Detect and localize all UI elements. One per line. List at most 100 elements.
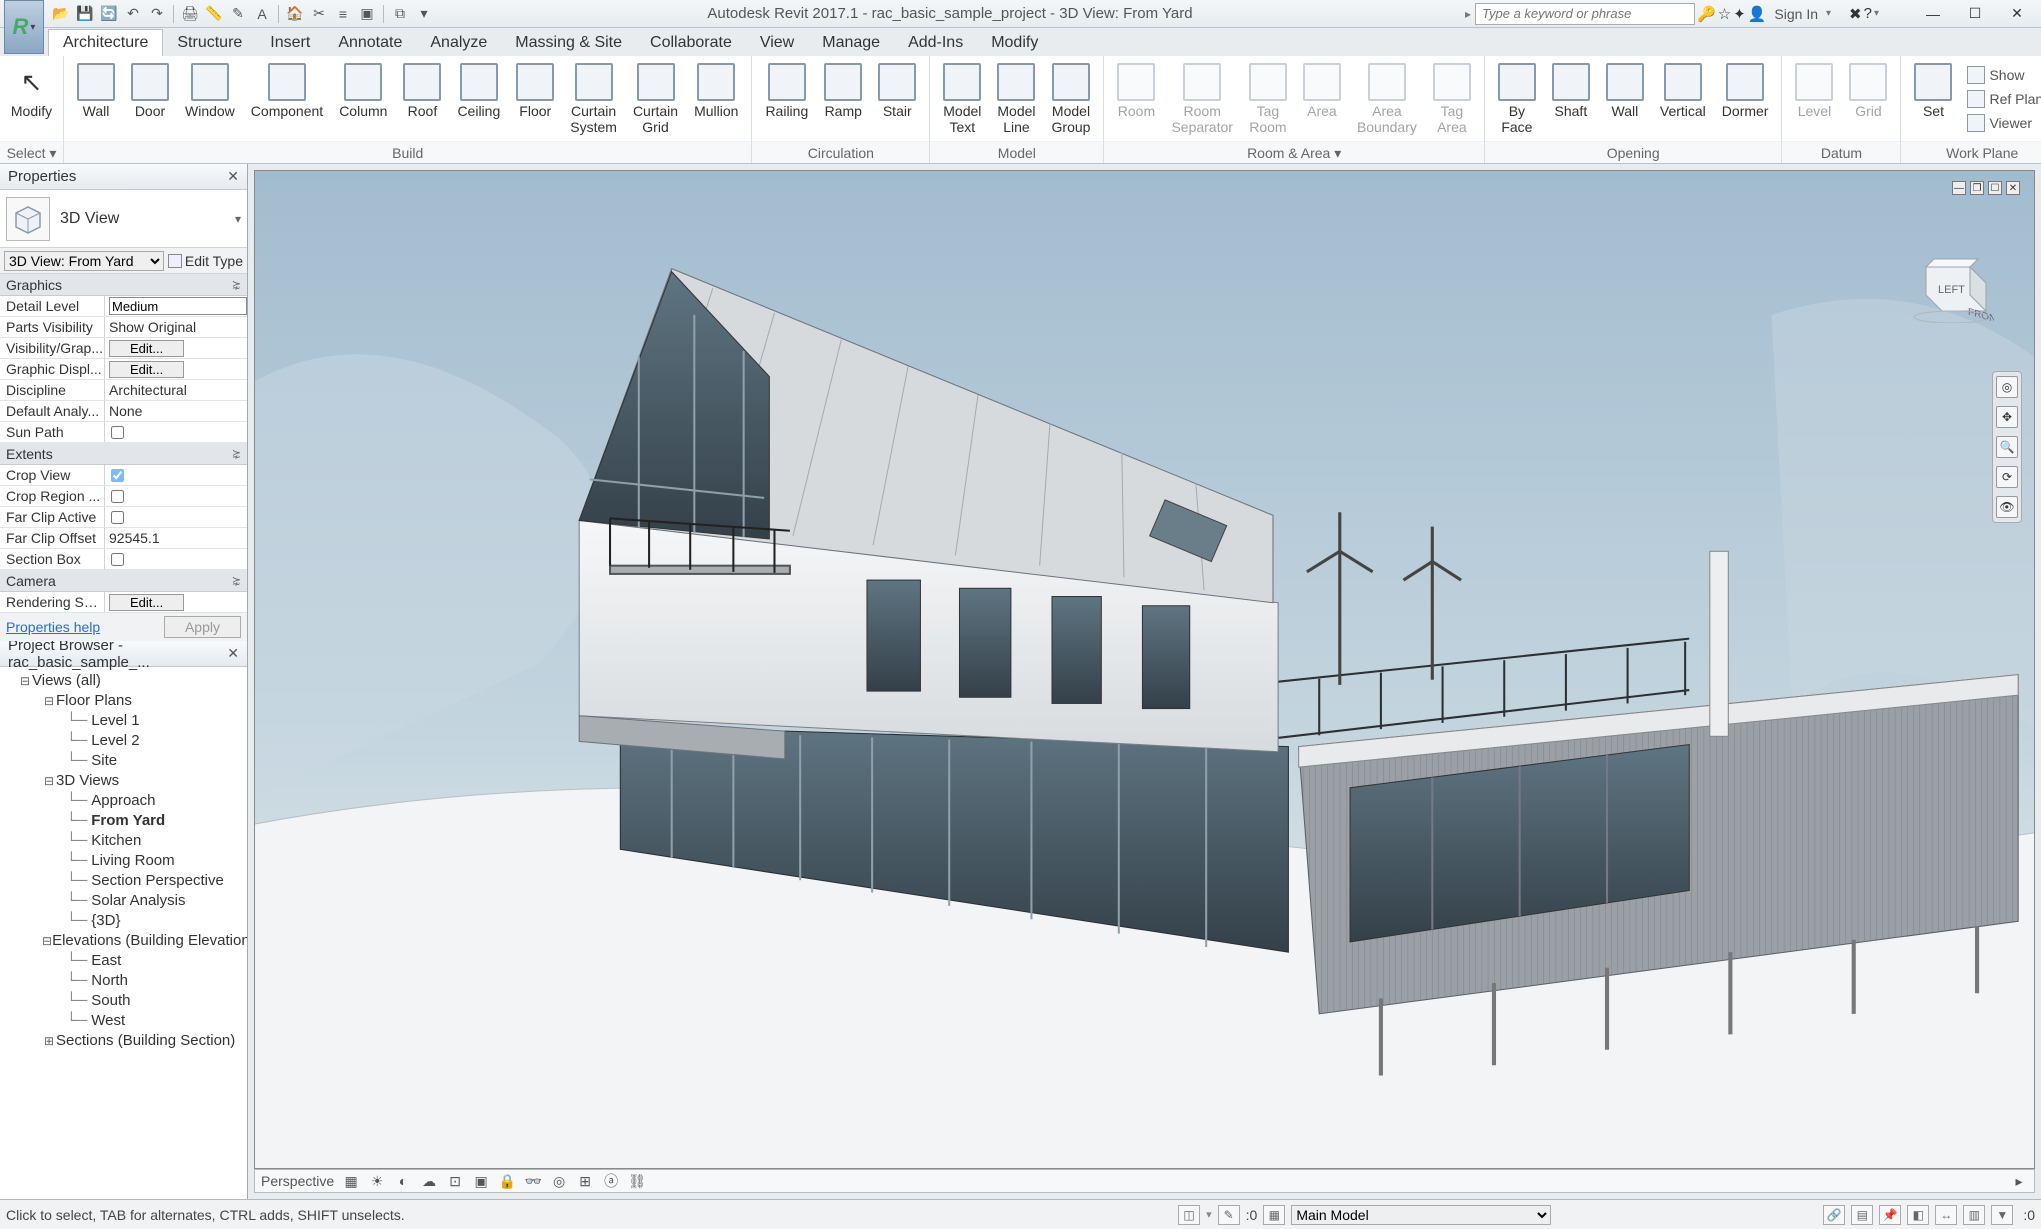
ceiling-tool[interactable]: Ceiling: [450, 60, 507, 122]
property-checkbox[interactable]: [111, 426, 124, 439]
mullion-tool[interactable]: Mullion: [687, 60, 745, 122]
view-minimize-icon[interactable]: —: [1952, 181, 1966, 195]
tab-analyze[interactable]: Analyze: [416, 30, 501, 56]
qat-section-icon[interactable]: ✂: [308, 3, 330, 25]
crop-view-icon[interactable]: ⊡: [446, 1172, 464, 1190]
qat-save-icon[interactable]: 💾: [74, 3, 96, 25]
user-icon[interactable]: 👤: [1748, 5, 1767, 23]
expand-toggle-icon[interactable]: ⊟: [42, 931, 52, 951]
tree-node[interactable]: └─Living Room: [2, 851, 245, 871]
apply-button[interactable]: Apply: [164, 616, 241, 638]
property-group-header[interactable]: Camera⋩: [0, 570, 247, 592]
tab-modify[interactable]: Modify: [977, 30, 1052, 56]
model-group-tool[interactable]: Model Group: [1045, 60, 1098, 138]
railing-tool[interactable]: Railing: [758, 60, 815, 122]
qat-switch-windows-icon[interactable]: ⧉: [389, 3, 411, 25]
show-workplane-button[interactable]: Show: [1963, 64, 2041, 86]
qat-dimensions-icon[interactable]: ✎: [227, 3, 249, 25]
qat-print-icon[interactable]: 🖨: [179, 3, 201, 25]
instance-selector[interactable]: 3D View: From Yard: [4, 251, 164, 271]
editable-only-icon[interactable]: ✎: [1218, 1205, 1240, 1225]
crop-region-icon[interactable]: ▣: [472, 1172, 490, 1190]
tree-node[interactable]: └─Level 1: [2, 711, 245, 731]
qat-text-icon[interactable]: A: [251, 3, 273, 25]
drawing-canvas[interactable]: — ❐ ☐ ✕: [248, 164, 2041, 1199]
wall-tool[interactable]: Wall: [1599, 60, 1651, 122]
tree-node[interactable]: └─South: [2, 991, 245, 1011]
vcb-right-arrow-icon[interactable]: ▸: [2010, 1172, 2028, 1190]
property-edit-button[interactable]: Edit...: [109, 594, 184, 611]
tree-node[interactable]: └─East: [2, 951, 245, 971]
qat-sync-icon[interactable]: 🔄: [98, 3, 120, 25]
tab-manage[interactable]: Manage: [808, 30, 894, 56]
chevron-down-icon[interactable]: ▾: [235, 212, 241, 226]
component-tool[interactable]: Component: [244, 60, 330, 122]
view-cube[interactable]: LEFT FRONT: [1902, 251, 1994, 323]
ref-plane-button[interactable]: Ref Plane: [1963, 88, 2041, 110]
set-workplane-tool[interactable]: Set: [1907, 60, 1959, 122]
by-face-tool[interactable]: By Face: [1491, 60, 1543, 138]
tree-node[interactable]: └─North: [2, 971, 245, 991]
door-tool[interactable]: Door: [124, 60, 176, 122]
tree-node[interactable]: └─Solar Analysis: [2, 891, 245, 911]
view-restore-icon[interactable]: ❐: [1970, 181, 1984, 195]
window-minimize-button[interactable]: —: [1913, 1, 1953, 27]
properties-header[interactable]: Properties✕: [0, 164, 247, 190]
tab-architecture[interactable]: Architecture: [48, 29, 163, 56]
tree-node[interactable]: └─Kitchen: [2, 831, 245, 851]
design-options-icon[interactable]: ▦: [1263, 1205, 1285, 1225]
expand-toggle-icon[interactable]: ⊟: [42, 691, 56, 711]
tree-node[interactable]: └─Section Perspective: [2, 871, 245, 891]
select-underlay-icon[interactable]: ▤: [1851, 1205, 1873, 1225]
floor-tool[interactable]: Floor: [509, 60, 561, 122]
property-edit-button[interactable]: Edit...: [109, 340, 184, 357]
window-close-button[interactable]: ✕: [1997, 1, 2037, 27]
tree-node[interactable]: ⊟Elevations (Building Elevation: [2, 931, 245, 951]
tab-annotate[interactable]: Annotate: [324, 30, 416, 56]
workset-selector[interactable]: Main Model: [1291, 1205, 1551, 1225]
orbit-icon[interactable]: ⟳: [1996, 466, 2018, 488]
lock-view-icon[interactable]: 🔒: [498, 1172, 516, 1190]
property-text-input[interactable]: [109, 297, 247, 315]
qat-customize-icon[interactable]: ▾: [413, 3, 435, 25]
vertical-tool[interactable]: Vertical: [1653, 60, 1713, 122]
dormer-tool[interactable]: Dormer: [1715, 60, 1776, 122]
full-nav-wheel-icon[interactable]: ◎: [1996, 376, 2018, 398]
tree-node[interactable]: └─From Yard: [2, 811, 245, 831]
workset-icon[interactable]: ◫: [1178, 1205, 1200, 1225]
close-icon[interactable]: ✕: [227, 645, 239, 662]
column-tool[interactable]: Column: [332, 60, 394, 122]
sun-path-icon[interactable]: ☀: [368, 1172, 386, 1190]
qat-measure-icon[interactable]: 📏: [203, 3, 225, 25]
roof-tool[interactable]: Roof: [396, 60, 448, 122]
temporary-hide-icon[interactable]: 👓: [524, 1172, 542, 1190]
filter-icon[interactable]: ▼: [1991, 1205, 2013, 1225]
property-edit-button[interactable]: Edit...: [109, 361, 184, 378]
workplane-viewer-button[interactable]: Viewer: [1963, 112, 2041, 134]
tab-view[interactable]: View: [746, 30, 808, 56]
worksharing-display-icon[interactable]: ⊞: [576, 1172, 594, 1190]
ramp-tool[interactable]: Ramp: [817, 60, 869, 122]
property-checkbox[interactable]: [111, 490, 124, 503]
qat-undo-icon[interactable]: ↶: [122, 3, 144, 25]
reveal-hidden-icon[interactable]: ◎: [550, 1172, 568, 1190]
property-checkbox[interactable]: [111, 511, 124, 524]
qat-open-icon[interactable]: 📂: [50, 3, 72, 25]
window-tool[interactable]: Window: [178, 60, 242, 122]
app-store-icon[interactable]: ✦: [1733, 5, 1746, 23]
help-icon[interactable]: ?: [1864, 5, 1872, 22]
tab-massing-site[interactable]: Massing & Site: [501, 30, 636, 56]
properties-help-link[interactable]: Properties help: [6, 619, 100, 635]
edit-type-button[interactable]: Edit Type: [168, 253, 243, 269]
shadows-icon[interactable]: ◐: [394, 1172, 412, 1190]
expand-toggle-icon[interactable]: ⊞: [42, 1031, 56, 1051]
rendering-dialog-icon[interactable]: ☁: [420, 1172, 438, 1190]
background-icon[interactable]: ▥: [1963, 1205, 1985, 1225]
tab-insert[interactable]: Insert: [256, 30, 324, 56]
qat-3d-view-icon[interactable]: 🏠: [284, 3, 306, 25]
view-close-icon[interactable]: ✕: [2006, 181, 2020, 195]
tree-node[interactable]: └─Level 2: [2, 731, 245, 751]
tree-node[interactable]: ⊟3D Views: [2, 771, 245, 791]
shaft-tool[interactable]: Shaft: [1545, 60, 1597, 122]
wall-tool[interactable]: Wall: [70, 60, 122, 122]
